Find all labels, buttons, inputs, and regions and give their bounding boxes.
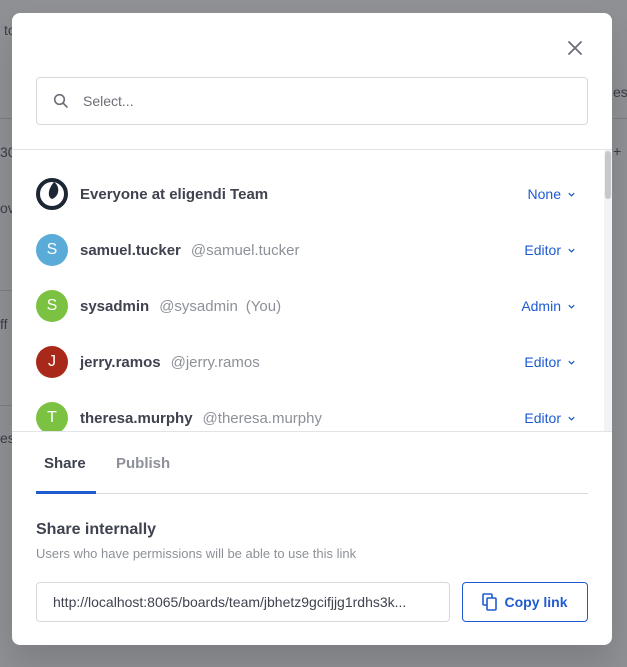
copy-link-button[interactable]: Copy link	[462, 582, 588, 622]
close-button[interactable]	[564, 37, 586, 59]
list-item: Everyone at eligendi Team None	[12, 166, 602, 222]
team-logo-icon	[36, 178, 68, 210]
chevron-down-icon	[568, 416, 575, 421]
background-text-fragment: +	[613, 143, 622, 159]
avatar: S	[36, 234, 68, 266]
role-label: None	[527, 186, 561, 202]
member-handle: @theresa.murphy	[202, 409, 322, 427]
tab-publish[interactable]: Publish	[116, 455, 170, 493]
role-label: Editor	[524, 242, 561, 258]
background-text-fragment: es	[613, 84, 627, 100]
role-dropdown[interactable]: Editor	[524, 354, 576, 370]
member-name: sysadmin	[80, 297, 150, 315]
member-name-line: jerry.ramos @jerry.ramos	[80, 354, 260, 371]
member-handle: @jerry.ramos	[170, 353, 260, 371]
search-input[interactable]	[83, 81, 587, 121]
member-name: theresa.murphy	[80, 409, 193, 427]
role-label: Editor	[524, 410, 561, 426]
divider	[12, 431, 612, 432]
active-tab-indicator	[36, 491, 96, 494]
chevron-down-icon	[568, 304, 575, 309]
member-name: jerry.ramos	[80, 353, 161, 371]
member-handle: @samuel.tucker	[190, 241, 300, 259]
section-title: Share internally	[36, 521, 157, 538]
share-board-dialog: Everyone at eligendi Team None S samuel.…	[12, 13, 612, 645]
background-divider	[0, 290, 12, 291]
share-tabs: Share Publish	[36, 455, 588, 494]
share-link-text: http://localhost:8065/boards/team/jbhetz…	[53, 594, 407, 610]
chevron-down-icon	[568, 192, 575, 197]
background-divider	[0, 405, 12, 406]
role-dropdown[interactable]: Admin	[521, 298, 576, 314]
role-dropdown[interactable]: None	[528, 186, 576, 202]
tab-publish-label: Publish	[116, 455, 171, 472]
list-item: J jerry.ramos @jerry.ramos Editor	[12, 334, 602, 390]
member-name-line: samuel.tucker @samuel.tucker	[80, 242, 300, 259]
avatar: S	[36, 290, 68, 322]
chevron-down-icon	[568, 360, 575, 365]
member-search-box[interactable]	[36, 77, 588, 125]
role-label: Admin	[521, 298, 561, 314]
member-handle: @sysadmin	[159, 297, 238, 315]
background-text-fragment: ff	[0, 316, 8, 332]
role-dropdown[interactable]: Editor	[524, 410, 576, 426]
list-item: T theresa.murphy @theresa.murphy Editor	[12, 390, 602, 431]
member-name: Everyone at eligendi Team	[80, 185, 269, 203]
scrollbar-thumb[interactable]	[605, 151, 611, 199]
share-link-field[interactable]: http://localhost:8065/boards/team/jbhetz…	[36, 582, 450, 622]
you-indicator: (You)	[245, 297, 282, 315]
avatar: J	[36, 346, 68, 378]
avatar: T	[36, 402, 68, 431]
tab-share[interactable]: Share	[44, 455, 86, 493]
member-list: Everyone at eligendi Team None S samuel.…	[12, 150, 612, 431]
background-divider	[613, 118, 627, 119]
member-name-line: sysadmin @sysadmin (You)	[80, 298, 281, 315]
background-divider	[0, 118, 12, 119]
list-item: S samuel.tucker @samuel.tucker Editor	[12, 222, 602, 278]
copy-icon	[482, 593, 498, 611]
section-subtitle: Users who have permissions will be able …	[36, 546, 357, 561]
chevron-down-icon	[568, 248, 575, 253]
tab-share-label: Share	[44, 455, 86, 472]
copy-link-label: Copy link	[504, 594, 568, 610]
role-label: Editor	[524, 354, 561, 370]
close-icon	[568, 41, 582, 55]
search-icon	[53, 93, 69, 109]
member-name: samuel.tucker	[80, 241, 181, 259]
member-name-line: theresa.murphy @theresa.murphy	[80, 410, 322, 427]
list-item: S sysadmin @sysadmin (You) Admin	[12, 278, 602, 334]
role-dropdown[interactable]: Editor	[524, 242, 576, 258]
